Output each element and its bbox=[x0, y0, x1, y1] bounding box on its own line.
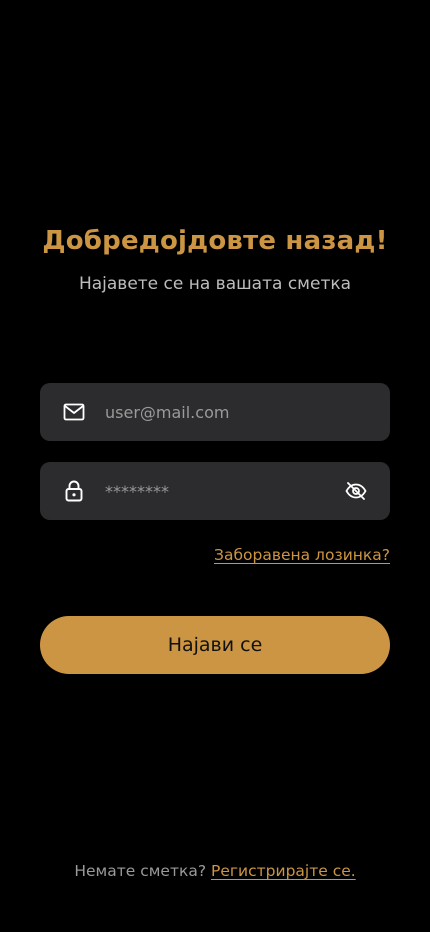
password-field[interactable] bbox=[105, 462, 340, 520]
email-field[interactable] bbox=[105, 383, 340, 441]
register-prompt: Немате сметка? Регистрирајте се. bbox=[0, 862, 430, 880]
email-field-container[interactable] bbox=[40, 383, 390, 441]
eye-off-icon[interactable] bbox=[344, 479, 368, 503]
forgot-password-link[interactable]: Заборавена лозинка? bbox=[214, 546, 390, 564]
page-title: Добредојдовте назад! bbox=[42, 226, 388, 256]
no-account-text: Немате сметка? bbox=[74, 862, 207, 880]
login-button[interactable]: Најави се bbox=[40, 616, 390, 674]
lock-icon bbox=[63, 480, 85, 502]
password-field-container[interactable] bbox=[40, 462, 390, 520]
mail-icon bbox=[63, 401, 85, 423]
page-subtitle: Најавете се на вашата сметка bbox=[78, 274, 352, 294]
register-link[interactable]: Регистрирајте се. bbox=[211, 862, 356, 880]
login-screen: Добредојдовте назад! Најавете се на ваша… bbox=[0, 0, 430, 932]
